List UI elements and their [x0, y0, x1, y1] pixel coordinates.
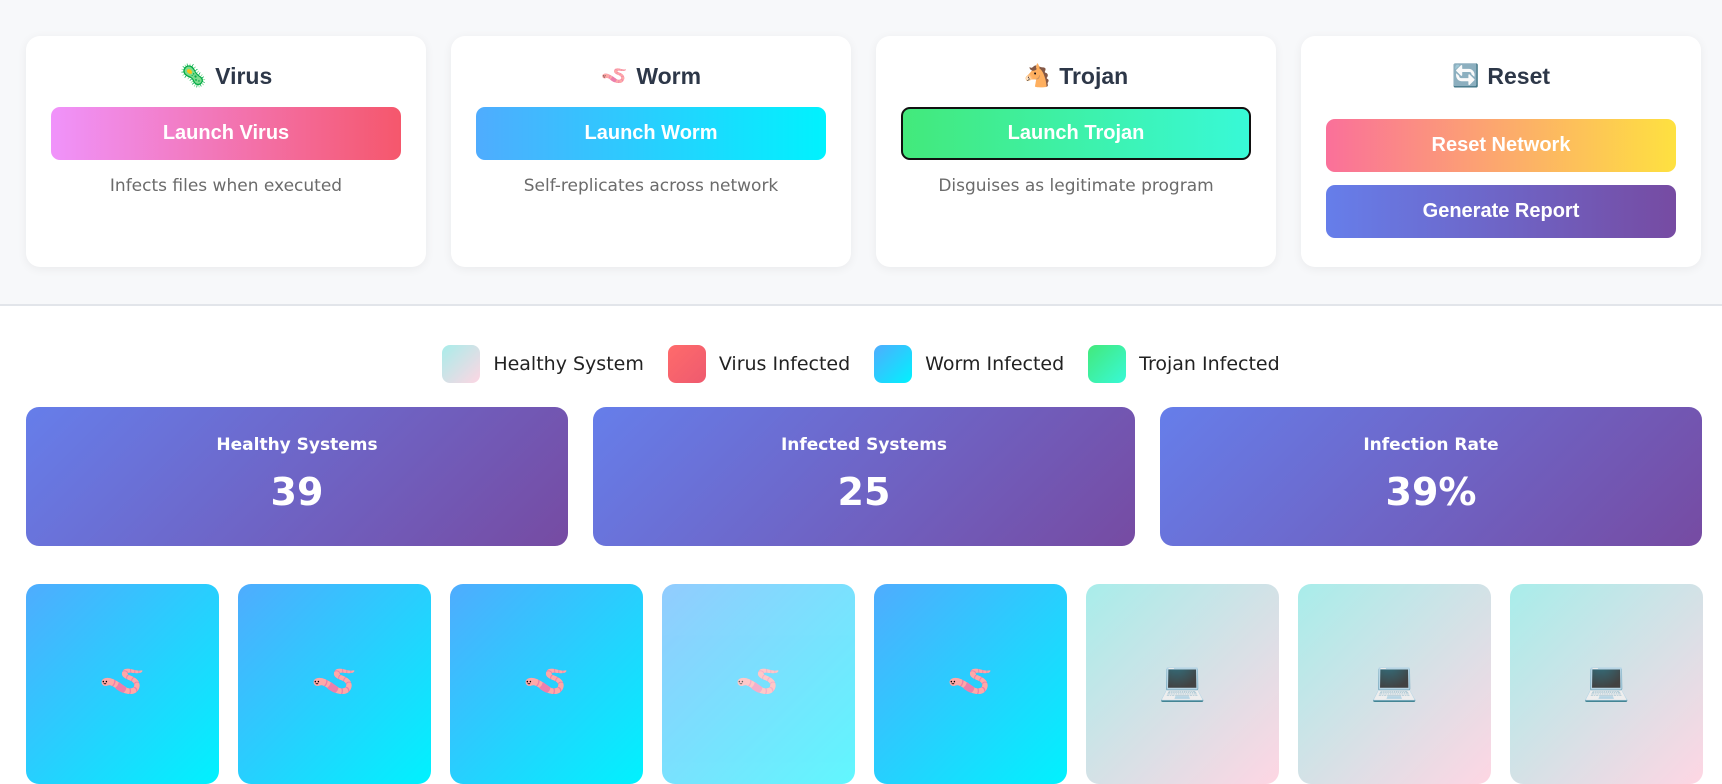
- virus-description: Infects files when executed: [109, 176, 343, 196]
- legend-swatch-worm: [874, 345, 913, 383]
- virus-card: 🦠 Virus Launch Virus Infects files when …: [26, 36, 426, 267]
- worm-card-title: 🪱 Worm: [600, 62, 702, 89]
- worm-icon: 🪱: [600, 63, 629, 88]
- reset-title-text: Reset: [1487, 62, 1551, 89]
- virus-card-title: 🦠 Virus: [179, 62, 273, 89]
- stat-value: 39: [270, 470, 324, 514]
- generate-report-button[interactable]: Generate Report: [1326, 185, 1676, 238]
- worm-icon: 🪱: [310, 659, 359, 703]
- network-node[interactable]: 🪱: [450, 584, 643, 784]
- launch-worm-button[interactable]: Launch Worm: [476, 107, 826, 160]
- network-node[interactable]: 💻: [1298, 584, 1491, 784]
- legend-item-virus: Virus Infected: [667, 345, 851, 383]
- reset-card: 🔄 Reset Reset Network Generate Report: [1301, 36, 1701, 267]
- legend-label: Trojan Infected: [1139, 353, 1280, 375]
- stat-label: Infection Rate: [1363, 435, 1499, 455]
- trojan-card-title: 🐴 Trojan: [1023, 62, 1129, 89]
- worm-icon: 🪱: [522, 659, 571, 703]
- legend-label: Worm Infected: [925, 353, 1065, 375]
- stat-healthy-systems: Healthy Systems 39: [26, 407, 568, 546]
- reset-network-button[interactable]: Reset Network: [1326, 119, 1676, 172]
- trojan-description: Disguises as legitimate program: [938, 176, 1214, 196]
- legend-item-healthy: Healthy System: [442, 345, 644, 383]
- worm-icon: 🪱: [734, 659, 783, 703]
- legend-swatch-trojan: [1088, 345, 1127, 383]
- trojan-title-text: Trojan: [1059, 62, 1129, 89]
- legend-swatch-healthy: [442, 345, 481, 383]
- network-node[interactable]: 🪱: [662, 584, 855, 784]
- launch-virus-button[interactable]: Launch Virus: [51, 107, 401, 160]
- trojan-card: 🐴 Trojan Launch Trojan Disguises as legi…: [876, 36, 1276, 267]
- laptop-icon: 💻: [1158, 659, 1207, 703]
- refresh-icon: 🔄: [1451, 63, 1480, 88]
- network-node[interactable]: 🪱: [26, 584, 219, 784]
- legend-swatch-virus: [667, 345, 706, 383]
- network-node[interactable]: 🪱: [238, 584, 431, 784]
- stat-label: Infected Systems: [780, 435, 948, 455]
- launch-trojan-button[interactable]: Launch Trojan: [901, 107, 1251, 160]
- legend-label: Healthy System: [493, 353, 644, 375]
- laptop-icon: 💻: [1370, 659, 1419, 703]
- legend-item-trojan: Trojan Infected: [1088, 345, 1280, 383]
- stat-label: Healthy Systems: [216, 435, 378, 455]
- network-node[interactable]: 💻: [1086, 584, 1279, 784]
- legend: Healthy System Virus Infected Worm Infec…: [0, 345, 1722, 383]
- network-grid: 🪱 🪱 🪱 🪱 🪱 💻 💻 💻: [26, 584, 1703, 784]
- stat-value: 39%: [1385, 470, 1477, 514]
- horse-icon: 🐴: [1023, 63, 1052, 88]
- worm-card: 🪱 Worm Launch Worm Self-replicates acros…: [451, 36, 851, 267]
- worm-icon: 🪱: [946, 659, 995, 703]
- attack-controls: 🦠 Virus Launch Virus Infects files when …: [0, 0, 1722, 306]
- worm-description: Self-replicates across network: [523, 176, 779, 196]
- legend-item-worm: Worm Infected: [874, 345, 1064, 383]
- worm-icon: 🪱: [98, 659, 147, 703]
- stat-infection-rate: Infection Rate 39%: [1160, 407, 1702, 546]
- network-node[interactable]: 💻: [1510, 584, 1703, 784]
- stat-infected-systems: Infected Systems 25: [593, 407, 1135, 546]
- laptop-icon: 💻: [1582, 659, 1631, 703]
- stat-value: 25: [837, 470, 891, 514]
- virus-icon: 🦠: [179, 63, 208, 88]
- stats-panel: Healthy Systems 39 Infected Systems 25 I…: [26, 407, 1702, 546]
- legend-label: Virus Infected: [718, 353, 851, 375]
- network-node[interactable]: 🪱: [874, 584, 1067, 784]
- virus-title-text: Virus: [215, 62, 273, 89]
- worm-title-text: Worm: [636, 62, 702, 89]
- reset-card-title: 🔄 Reset: [1451, 62, 1551, 89]
